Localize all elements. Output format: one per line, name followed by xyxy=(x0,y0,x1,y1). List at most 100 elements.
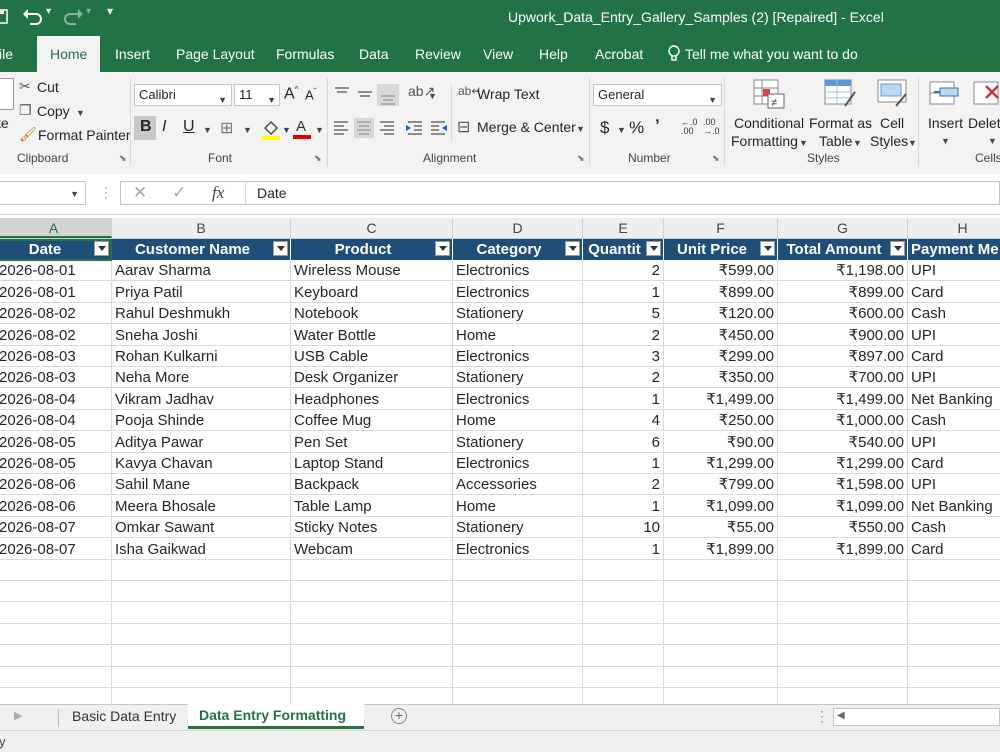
empty-cell[interactable] xyxy=(908,688,1000,704)
table-cell[interactable]: Stationery xyxy=(453,367,583,389)
table-cell[interactable]: ₹1,499.00 xyxy=(778,388,908,410)
table-cell[interactable]: Pen Set xyxy=(291,431,453,453)
cell-styles-icon[interactable] xyxy=(876,78,910,110)
merge-center-button[interactable]: Merge & Center xyxy=(477,119,576,135)
fill-color-dropdown-icon[interactable]: ▼ xyxy=(282,125,291,135)
table-cell[interactable]: 2026-08-01 xyxy=(0,281,112,303)
empty-cell[interactable] xyxy=(112,560,291,581)
table-cell[interactable]: Backpack xyxy=(291,474,453,496)
tab-file[interactable]: ile xyxy=(0,36,13,72)
empty-cell[interactable] xyxy=(0,688,112,704)
table-cell[interactable]: Kavya Chavan xyxy=(112,453,291,474)
empty-cell[interactable] xyxy=(583,624,664,646)
table-header-cell[interactable]: Customer Name xyxy=(112,239,291,260)
empty-cell[interactable] xyxy=(112,602,291,624)
table-cell[interactable]: 2026-08-06 xyxy=(0,474,112,496)
empty-cell[interactable] xyxy=(908,603,1000,624)
increase-decimal-icon[interactable]: ←.0.00 xyxy=(681,118,698,136)
clipboard-launcher-icon[interactable]: ⬊ xyxy=(119,153,127,164)
empty-cell[interactable] xyxy=(778,645,908,667)
number-launcher-icon[interactable]: ⬊ xyxy=(712,153,720,164)
cut-button[interactable]: Cut xyxy=(37,79,59,95)
filter-dropdown-icon[interactable] xyxy=(94,241,109,256)
table-cell[interactable]: 2026-08-03 xyxy=(0,346,112,367)
paste-button[interactable]: te xyxy=(0,115,9,131)
table-cell[interactable]: Notebook xyxy=(291,303,453,325)
font-size-box[interactable]: 11 ▼ xyxy=(234,84,280,106)
table-cell[interactable]: 2026-08-04 xyxy=(0,388,112,410)
format-painter-button[interactable]: Format Painter xyxy=(38,127,131,143)
table-cell[interactable]: Keyboard xyxy=(291,281,453,303)
decrease-font-icon[interactable]: Aˇ xyxy=(305,87,316,102)
empty-cell[interactable] xyxy=(778,602,908,624)
table-cell[interactable]: 6 xyxy=(583,431,664,453)
scroll-left-icon[interactable]: ◀ xyxy=(837,710,845,721)
empty-cell[interactable] xyxy=(112,688,291,704)
comma-button[interactable]: ʼ xyxy=(655,116,660,136)
table-cell[interactable]: Electronics xyxy=(453,453,583,474)
table-cell[interactable]: ₹55.00 xyxy=(664,517,778,539)
column-header-e[interactable]: E xyxy=(583,218,664,238)
formula-input[interactable]: Date xyxy=(257,185,287,201)
tab-page-layout[interactable]: Page Layout xyxy=(176,36,255,72)
empty-cell[interactable] xyxy=(908,624,1000,645)
table-cell[interactable]: ₹90.00 xyxy=(664,431,778,453)
add-sheet-icon[interactable]: + xyxy=(391,708,407,724)
insert-dropdown-icon[interactable]: ▼ xyxy=(941,136,950,146)
table-cell[interactable]: ₹299.00 xyxy=(664,346,778,367)
empty-cell[interactable] xyxy=(0,602,112,624)
empty-cell[interactable] xyxy=(453,560,583,581)
column-header-g[interactable]: G xyxy=(778,218,908,238)
table-cell[interactable]: Aarav Sharma xyxy=(112,260,291,282)
number-format-box[interactable]: General ▼ xyxy=(593,84,722,106)
empty-cell[interactable] xyxy=(112,667,291,688)
font-name-box[interactable]: Calibri ▼ xyxy=(134,84,232,106)
underline-dropdown-icon[interactable]: ▼ xyxy=(203,125,212,135)
decrease-decimal-icon[interactable]: .00 →.0 xyxy=(703,118,720,136)
tab-formulas[interactable]: Formulas xyxy=(276,36,334,72)
empty-cell[interactable] xyxy=(778,667,908,688)
undo-dropdown-icon[interactable]: ▾ xyxy=(46,6,51,17)
table-cell[interactable]: Aditya Pawar xyxy=(112,431,291,453)
table-cell[interactable]: ₹799.00 xyxy=(664,474,778,496)
empty-cell[interactable] xyxy=(291,688,453,704)
empty-cell[interactable] xyxy=(664,667,778,688)
underline-button[interactable]: U xyxy=(183,118,195,136)
table-cell[interactable]: ₹1,299.00 xyxy=(664,453,778,474)
table-cell[interactable]: Isha Gaikwad xyxy=(112,538,291,560)
table-cell[interactable]: 2026-08-02 xyxy=(0,324,112,346)
table-cell[interactable]: Coffee Mug xyxy=(291,410,453,432)
enter-icon[interactable]: ✓ xyxy=(172,183,186,203)
name-box-dropdown-icon[interactable]: ▼ xyxy=(70,189,79,199)
table-cell[interactable]: 2 xyxy=(583,474,664,496)
cell-styles-label1[interactable]: Cell xyxy=(880,115,904,131)
empty-cell[interactable] xyxy=(778,624,908,646)
alignment-launcher-icon[interactable]: ⬊ xyxy=(577,153,585,164)
empty-cell[interactable] xyxy=(291,667,453,688)
table-header-cell[interactable]: Payment Me xyxy=(908,239,1000,260)
filter-dropdown-icon[interactable] xyxy=(565,241,580,256)
empty-cell[interactable] xyxy=(908,560,1000,581)
empty-cell[interactable] xyxy=(583,560,664,581)
column-header-b[interactable]: B xyxy=(112,218,291,238)
delete-cells-button[interactable]: Delete xyxy=(968,115,1000,131)
column-header-d[interactable]: D xyxy=(453,218,583,238)
conditional-formatting-dropdown-icon[interactable]: ▼ xyxy=(799,138,808,148)
empty-cell[interactable] xyxy=(664,560,778,581)
table-cell[interactable]: ₹250.00 xyxy=(664,410,778,432)
table-cell[interactable]: Stationery xyxy=(453,303,583,325)
table-cell[interactable]: 1 xyxy=(583,388,664,410)
currency-button[interactable]: $ xyxy=(600,118,609,138)
table-cell[interactable]: ₹540.00 xyxy=(778,431,908,453)
increase-font-icon[interactable]: A^ xyxy=(284,85,298,103)
empty-cell[interactable] xyxy=(583,667,664,688)
table-cell[interactable]: Electronics xyxy=(453,346,583,367)
merge-dropdown-icon[interactable]: ▼ xyxy=(576,124,585,134)
cancel-icon[interactable]: ✕ xyxy=(133,183,147,203)
empty-cell[interactable] xyxy=(908,581,1000,602)
table-cell[interactable]: 1 xyxy=(583,495,664,517)
empty-cell[interactable] xyxy=(453,581,583,603)
table-cell[interactable]: 3 xyxy=(583,346,664,367)
delete-dropdown-icon[interactable]: ▼ xyxy=(988,136,997,146)
wrap-text-button[interactable]: Wrap Text xyxy=(477,86,540,102)
